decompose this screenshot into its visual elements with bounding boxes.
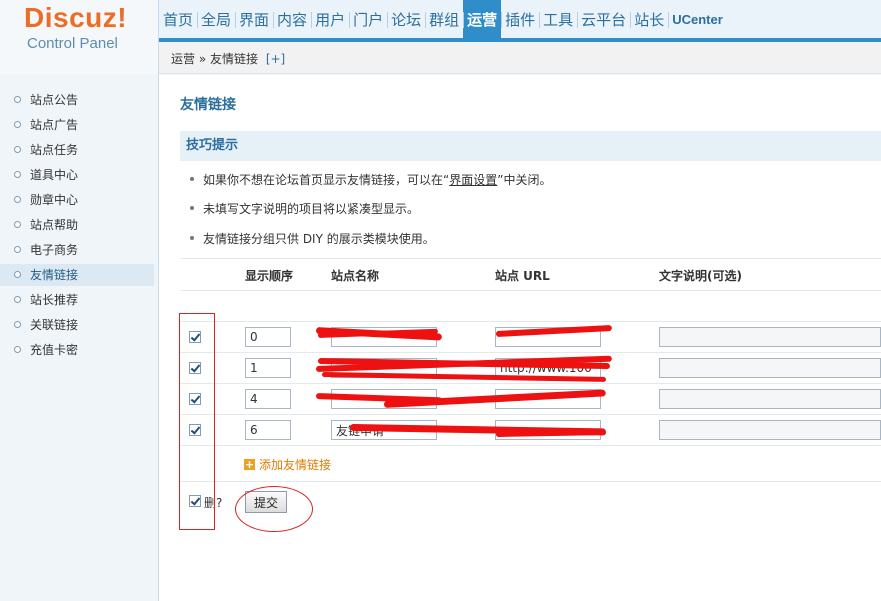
breadcrumb: 运营 » 友情链接 [+] xyxy=(159,42,881,74)
nav-tools[interactable]: 工具 xyxy=(539,0,577,38)
tip-text: 未填写文字说明的项目将以紧凑型显示。 xyxy=(203,202,420,216)
nav-interface[interactable]: 界面 xyxy=(235,0,273,38)
sidebar-item-label: 勋章中心 xyxy=(30,193,79,207)
column-header-url: 站点 URL xyxy=(495,269,550,283)
breadcrumb-path: 运营 » 友情链接 xyxy=(171,52,258,66)
sidebar-item-tasks[interactable]: 站点任务 xyxy=(0,139,154,161)
bullet-icon xyxy=(190,176,194,181)
bullet-icon xyxy=(14,196,21,203)
nav-global[interactable]: 全局 xyxy=(197,0,235,38)
sidebar-item-related-links[interactable]: 关联链接 xyxy=(0,314,154,336)
sidebar-item-label: 站点公告 xyxy=(30,93,79,107)
sidebar-item-label: 关联链接 xyxy=(30,318,79,332)
display-order-input[interactable] xyxy=(245,327,291,347)
bullet-icon xyxy=(14,321,21,328)
description-input[interactable] xyxy=(659,327,881,347)
tip-text: 如果你不想在论坛首页显示友情链接，可以在“ xyxy=(203,173,450,187)
sidebar-item-label: 道具中心 xyxy=(30,168,79,182)
sidebar: 站点公告 站点广告 站点任务 道具中心 勋章中心 站点帮助 电子商务 友情链接 … xyxy=(0,75,159,601)
description-input[interactable] xyxy=(659,420,881,440)
nav-content[interactable]: 内容 xyxy=(273,0,311,38)
sidebar-item-medals[interactable]: 勋章中心 xyxy=(0,189,154,211)
nav-home[interactable]: 首页 xyxy=(159,0,197,38)
bullet-icon xyxy=(14,96,21,103)
page-title: 友情链接 xyxy=(180,97,236,113)
divider xyxy=(180,481,881,482)
sidebar-item-label: 友情链接 xyxy=(30,268,79,282)
nav-portal[interactable]: 门户 xyxy=(349,0,387,38)
bullet-icon xyxy=(14,271,21,278)
sidebar-item-ads[interactable]: 站点广告 xyxy=(0,114,154,136)
sidebar-item-magic[interactable]: 道具中心 xyxy=(0,164,154,186)
tips-heading: 技巧提示 xyxy=(180,131,881,161)
add-friend-link-button[interactable]: + 添加友情链接 xyxy=(244,456,331,473)
divider xyxy=(180,321,881,322)
annotation-ellipse xyxy=(235,486,313,532)
tip-line-1: 如果你不想在论坛首页显示友情链接，可以在“界面设置”中关闭。 xyxy=(190,171,551,188)
divider xyxy=(180,258,881,259)
interface-settings-link[interactable]: 界面设置 xyxy=(449,173,497,187)
nav-operations[interactable]: 运营 xyxy=(463,0,502,38)
sidebar-item-recommend[interactable]: 站长推荐 xyxy=(0,289,154,311)
bullet-icon xyxy=(190,205,194,210)
tip-line-3: 友情链接分组只供 DIY 的展示类模块使用。 xyxy=(190,230,435,247)
divider xyxy=(180,445,881,446)
logo-title: Discuz! xyxy=(24,2,128,33)
sidebar-item-friend-links[interactable]: 友情链接 xyxy=(0,264,154,286)
bullet-icon xyxy=(14,346,21,353)
display-order-input[interactable] xyxy=(245,389,291,409)
sidebar-item-label: 站点广告 xyxy=(30,118,79,132)
annotation-rectangle xyxy=(179,313,215,530)
display-order-input[interactable] xyxy=(245,358,291,378)
nav-cloud[interactable]: 云平台 xyxy=(577,0,630,38)
bullet-icon xyxy=(14,121,21,128)
bullet-icon xyxy=(14,296,21,303)
breadcrumb-expand-toggle[interactable]: [+] xyxy=(266,52,285,66)
sidebar-item-label: 站长推荐 xyxy=(30,293,79,307)
divider xyxy=(180,290,881,291)
sidebar-item-label: 电子商务 xyxy=(30,243,79,257)
sidebar-item-ecommerce[interactable]: 电子商务 xyxy=(0,239,154,261)
bullet-icon xyxy=(14,146,21,153)
tip-text: 友情链接分组只供 DIY 的展示类模块使用。 xyxy=(203,232,435,246)
top-nav: 首页 全局 界面 内容 用户 门户 论坛 群组 运营 插件 工具 云平台 站长 … xyxy=(159,0,881,38)
sidebar-item-label: 站点帮助 xyxy=(30,218,79,232)
display-order-input[interactable] xyxy=(245,420,291,440)
nav-ucenter[interactable]: UCenter xyxy=(668,0,727,38)
nav-users[interactable]: 用户 xyxy=(311,0,349,38)
add-link-label: 添加友情链接 xyxy=(259,458,332,472)
column-header-desc: 文字说明(可选) xyxy=(659,269,742,283)
column-header-order: 显示顺序 xyxy=(245,269,294,283)
description-input[interactable] xyxy=(659,358,881,378)
tip-line-2: 未填写文字说明的项目将以紧凑型显示。 xyxy=(190,200,419,217)
logo-subtitle: Control Panel xyxy=(27,35,118,52)
sidebar-item-announcements[interactable]: 站点公告 xyxy=(0,89,154,111)
divider xyxy=(180,352,881,353)
bullet-icon xyxy=(14,171,21,178)
sidebar-item-label: 充值卡密 xyxy=(30,343,79,357)
plus-icon: + xyxy=(244,458,255,471)
nav-plugins[interactable]: 插件 xyxy=(501,0,539,38)
nav-forum[interactable]: 论坛 xyxy=(387,0,425,38)
logo: Discuz! Control Panel xyxy=(0,0,159,75)
nav-webmaster[interactable]: 站长 xyxy=(630,0,668,38)
sidebar-item-help[interactable]: 站点帮助 xyxy=(0,214,154,236)
sidebar-item-cards[interactable]: 充值卡密 xyxy=(0,339,154,361)
column-header-name: 站点名称 xyxy=(331,269,380,283)
divider xyxy=(180,383,881,384)
tip-text: ”中关闭。 xyxy=(497,173,552,187)
description-input[interactable] xyxy=(659,389,881,409)
bullet-icon xyxy=(14,221,21,228)
bullet-icon xyxy=(14,246,21,253)
bullet-icon xyxy=(190,235,194,240)
nav-groups[interactable]: 群组 xyxy=(425,0,463,38)
sidebar-item-label: 站点任务 xyxy=(30,143,79,157)
divider xyxy=(180,414,881,415)
